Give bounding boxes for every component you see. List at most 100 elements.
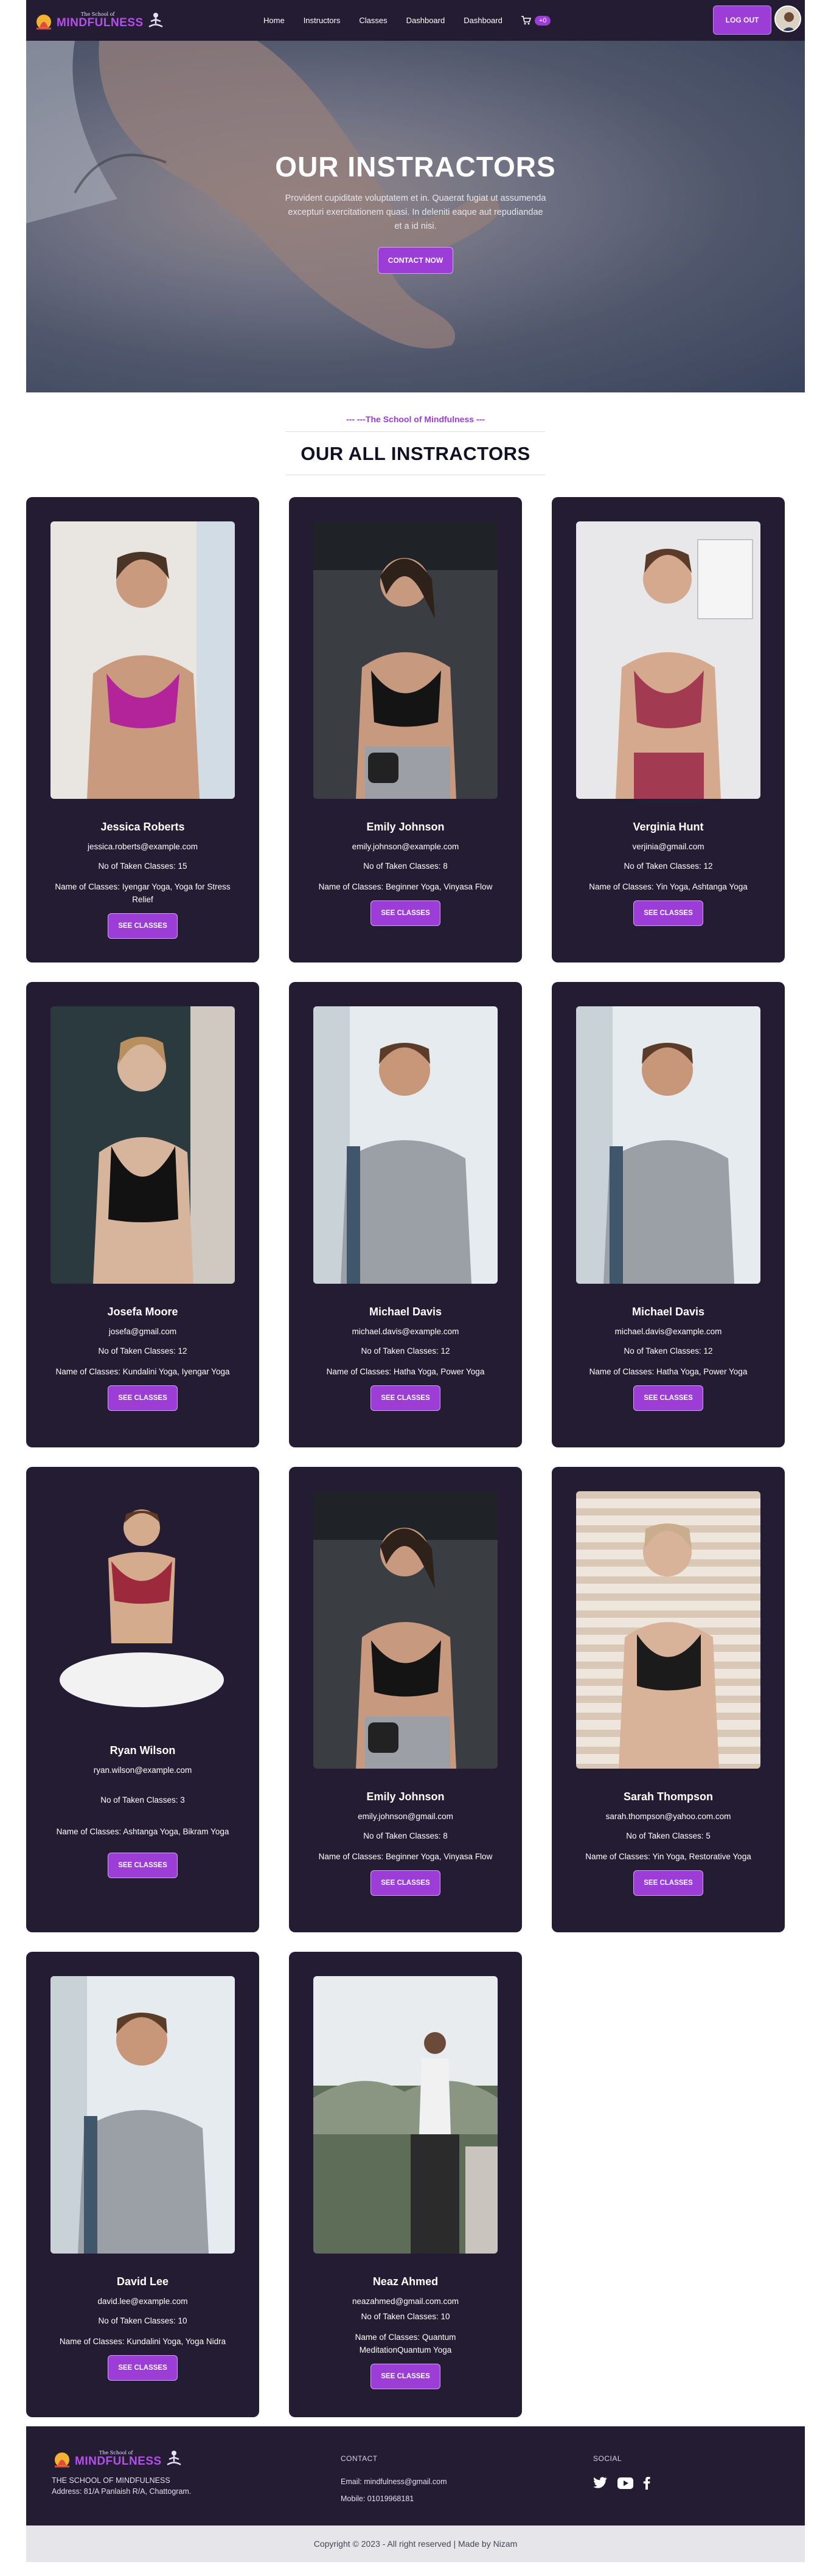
youtube-icon[interactable] bbox=[617, 2477, 633, 2489]
instructor-email: emily.johnson@example.com bbox=[352, 842, 459, 851]
instructor-class-count: No of Taken Classes: 12 bbox=[98, 1346, 187, 1356]
section-subtitle: --- ---The School of Mindfulness --- bbox=[346, 414, 485, 424]
nav-dashboard[interactable]: Dashboard bbox=[406, 16, 445, 25]
see-classes-button[interactable]: SEE CLASSES bbox=[633, 1870, 703, 1896]
instructor-card: Josefa Moore josefa@gmail.com No of Take… bbox=[26, 982, 259, 1447]
instructor-class-names: Name of Classes: Hatha Yoga, Power Yoga bbox=[589, 1367, 748, 1376]
instructor-class-count: No of Taken Classes: 8 bbox=[363, 1831, 448, 1840]
instructor-name: Sarah Thompson bbox=[623, 1791, 713, 1803]
instructor-image bbox=[50, 521, 235, 799]
user-photo-icon bbox=[776, 7, 800, 31]
instructor-card: Emily Johnson emily.johnson@gmail.com No… bbox=[289, 1467, 522, 1932]
instructor-photo bbox=[576, 1006, 760, 1284]
instructor-class-count: No of Taken Classes: 12 bbox=[624, 1346, 713, 1356]
footer-email: Email: mindfulness@gmail.com bbox=[341, 2477, 447, 2486]
hero-title: OUR INSTRACTORS bbox=[275, 151, 556, 183]
instructor-card: Sarah Thompson sarah.thompson@yahoo.com.… bbox=[552, 1467, 785, 1932]
logo-big-text: MINDFULNESS bbox=[75, 2454, 162, 2468]
facebook-icon[interactable] bbox=[643, 2476, 650, 2490]
nav-home[interactable]: Home bbox=[263, 16, 285, 25]
instructor-photo bbox=[50, 1006, 235, 1284]
instructor-photo bbox=[576, 521, 760, 799]
footer-logo[interactable]: The School of MINDFULNESS bbox=[52, 2448, 191, 2469]
instructor-class-names: Name of Classes: Kundalini Yoga, Iyengar… bbox=[55, 1367, 230, 1376]
twitter-icon[interactable] bbox=[593, 2477, 608, 2489]
footer-mobile: Mobile: 01019968181 bbox=[341, 2494, 414, 2503]
instructor-image bbox=[313, 1006, 498, 1284]
nav-instructors[interactable]: Instructors bbox=[304, 16, 341, 25]
instructor-class-names: Name of Classes: Quantum MeditationQuant… bbox=[355, 2333, 456, 2355]
instructor-image bbox=[576, 1006, 760, 1284]
instructor-name: David Lee bbox=[116, 2275, 169, 2288]
see-classes-button[interactable]: SEE CLASSES bbox=[108, 1385, 178, 1411]
instructor-class-count: No of Taken Classes: 8 bbox=[363, 862, 448, 871]
instructor-email: michael.davis@example.com bbox=[352, 1327, 459, 1336]
see-classes-button[interactable]: SEE CLASSES bbox=[370, 900, 440, 926]
instructor-email: neazahmed@gmail.com.com bbox=[352, 2297, 459, 2306]
see-classes-button[interactable]: SEE CLASSES bbox=[108, 913, 178, 939]
instructor-class-names: Name of Classes: Beginner Yoga, Vinyasa … bbox=[318, 882, 493, 891]
yin-yang-logo-icon bbox=[55, 2452, 69, 2468]
instructor-name: Emily Johnson bbox=[366, 821, 445, 833]
instructor-email: david.lee@example.com bbox=[97, 2297, 188, 2306]
nav-classes[interactable]: Classes bbox=[359, 16, 387, 25]
see-classes-button[interactable]: SEE CLASSES bbox=[633, 900, 703, 926]
see-classes-button[interactable]: SEE CLASSES bbox=[370, 2364, 440, 2389]
footer-address: Address: 81/A Panlaish R/A, Chattogram. bbox=[52, 2487, 192, 2496]
instructor-class-count: No of Taken Classes: 10 bbox=[361, 2312, 450, 2321]
instructor-class-names: Name of Classes: Yin Yoga, Ashtanga Yoga bbox=[589, 882, 748, 891]
instructor-class-count: No of Taken Classes: 5 bbox=[626, 1831, 711, 1840]
instructor-card: David Lee david.lee@example.com No of Ta… bbox=[26, 1952, 259, 2417]
instructor-class-count: No of Taken Classes: 15 bbox=[98, 862, 187, 871]
instructor-name: Verginia Hunt bbox=[633, 821, 704, 833]
instructor-name: Michael Davis bbox=[631, 1306, 705, 1318]
instructor-image bbox=[50, 1976, 235, 2254]
instructor-image bbox=[313, 1491, 498, 1769]
instructor-class-count: No of Taken Classes: 3 bbox=[100, 1795, 185, 1805]
site-footer: The School of MINDFULNESS THE SCHOOL OF … bbox=[26, 2426, 805, 2526]
footer-contact-heading: CONTACT bbox=[341, 2454, 378, 2463]
instructor-photo bbox=[50, 1503, 235, 1722]
instructor-name: Jessica Roberts bbox=[100, 821, 185, 833]
see-classes-button[interactable]: SEE CLASSES bbox=[633, 1385, 703, 1411]
instructor-photo bbox=[313, 521, 498, 799]
see-classes-button[interactable]: SEE CLASSES bbox=[370, 1385, 440, 1411]
instructor-email: josefa@gmail.com bbox=[108, 1327, 177, 1336]
see-classes-button[interactable]: SEE CLASSES bbox=[108, 1853, 178, 1878]
instructor-class-count: No of Taken Classes: 10 bbox=[98, 2316, 187, 2325]
user-avatar[interactable] bbox=[774, 5, 801, 32]
hero-description: Provident cupiditate voluptatem et in. Q… bbox=[285, 193, 546, 231]
instructor-class-count: No of Taken Classes: 12 bbox=[624, 862, 713, 871]
copyright-bar: Copyright © 2023 - All right reserved | … bbox=[26, 2526, 805, 2562]
contact-now-button[interactable]: CONTACT NOW bbox=[377, 247, 454, 274]
see-classes-button[interactable]: SEE CLASSES bbox=[108, 2355, 178, 2381]
instructor-class-names: Name of Classes: Hatha Yoga, Power Yoga bbox=[326, 1367, 485, 1376]
logout-button[interactable]: LOG OUT bbox=[713, 5, 771, 35]
instructor-image bbox=[576, 1491, 760, 1769]
yin-yang-logo-icon bbox=[37, 14, 51, 29]
site-logo[interactable]: The School of MINDFULNESS bbox=[33, 10, 165, 31]
instructor-image bbox=[50, 1503, 235, 1722]
instructor-photo bbox=[313, 1006, 498, 1284]
instructor-photo bbox=[50, 521, 235, 799]
instructor-card: Michael Davis michael.davis@example.com … bbox=[552, 982, 785, 1447]
hero-banner: OUR INSTRACTORS Provident cupiditate vol… bbox=[26, 41, 805, 392]
instructor-class-names: Name of Classes: Kundalini Yoga, Yoga Ni… bbox=[59, 2337, 226, 2346]
instructor-email: emily.johnson@gmail.com bbox=[358, 1812, 453, 1821]
instructor-card: Neaz Ahmed neazahmed@gmail.com.com No of… bbox=[289, 1952, 522, 2417]
instructor-email: verjinia@gmail.com bbox=[632, 842, 704, 851]
nav-links: Home Instructors Classes Dashboard Dashb… bbox=[263, 0, 551, 41]
cart-button[interactable]: +0 bbox=[521, 15, 551, 26]
footer-school-name: THE SCHOOL OF MINDFULNESS bbox=[52, 2476, 170, 2485]
instructor-image bbox=[576, 521, 760, 799]
instructor-name: Josefa Moore bbox=[107, 1306, 178, 1318]
instructor-email: michael.davis@example.com bbox=[614, 1327, 722, 1336]
instructor-image bbox=[50, 1006, 235, 1284]
nav-dashboard-2[interactable]: Dashboard bbox=[464, 16, 502, 25]
instructor-name: Neaz Ahmed bbox=[372, 2275, 439, 2288]
meditation-figure-icon bbox=[148, 12, 163, 27]
see-classes-button[interactable]: SEE CLASSES bbox=[370, 1870, 440, 1896]
instructor-email: ryan.wilson@example.com bbox=[93, 1766, 192, 1775]
instructor-email: jessica.roberts@example.com bbox=[87, 842, 198, 851]
instructor-name: Michael Davis bbox=[369, 1306, 442, 1318]
